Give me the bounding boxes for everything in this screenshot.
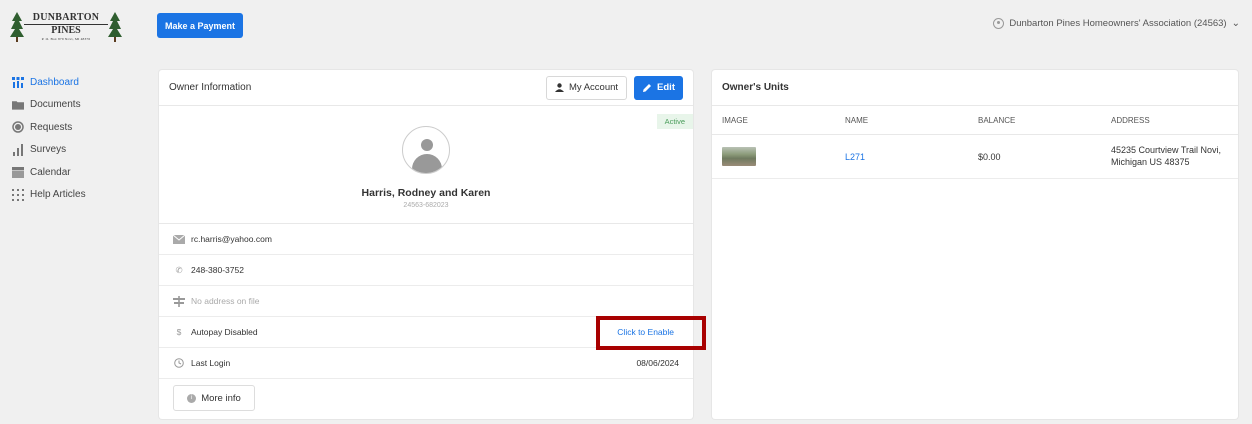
folder-icon <box>12 99 24 111</box>
unit-name-link[interactable]: L271 <box>845 152 865 162</box>
owner-information-card: Owner Information My Account Edit Active… <box>159 70 693 419</box>
email-row: rc.harris@yahoo.com <box>159 224 693 255</box>
owner-email: rc.harris@yahoo.com <box>191 234 272 244</box>
bar-chart-icon <box>12 143 24 156</box>
sidebar-item-dashboard[interactable]: Dashboard <box>12 71 142 94</box>
table-header: IMAGE NAME BALANCE ADDRESS <box>712 106 1238 135</box>
table-row[interactable]: L271 $0.00 45235 Courtview Trail Novi, M… <box>712 135 1238 179</box>
last-login-row: Last Login 08/06/2024 <box>159 348 693 379</box>
more-info-button[interactable]: i More info <box>173 385 255 411</box>
card-title: Owner's Units <box>722 82 789 93</box>
last-login-value: 08/06/2024 <box>636 358 679 368</box>
unit-balance: $0.00 <box>978 151 1001 162</box>
logo-title: DUNBARTON <box>24 12 108 25</box>
edit-label: Edit <box>657 82 675 93</box>
address-row: No address on file <box>159 286 693 317</box>
unit-address-line1: 45235 Courtview Trail Novi, <box>1111 144 1222 155</box>
card-title: Owner Information <box>169 82 252 93</box>
owners-units-card: Owner's Units IMAGE NAME BALANCE ADDRESS… <box>712 70 1238 419</box>
pine-tree-icon <box>108 12 122 42</box>
phone-row: ✆ 248-380-3752 <box>159 255 693 286</box>
clock-icon <box>173 358 185 368</box>
association-selector[interactable]: Dunbarton Pines Homeowners' Association … <box>993 18 1240 29</box>
sidebar-item-calendar[interactable]: Calendar <box>12 161 142 184</box>
my-account-label: My Account <box>568 82 619 93</box>
sidebar-item-label: Help Articles <box>30 189 86 201</box>
owner-phone: 248-380-3752 <box>191 265 244 275</box>
grid-icon <box>12 188 24 201</box>
association-name: Dunbarton Pines Homeowners' Association … <box>1009 18 1227 29</box>
chevron-down-icon: ⌄ <box>1231 18 1240 29</box>
make-payment-button[interactable]: Make a Payment <box>157 13 244 38</box>
my-account-button[interactable]: My Account <box>545 75 628 100</box>
column-header-address: ADDRESS <box>1111 115 1150 125</box>
sidebar-nav: Dashboard Documents Requests Surveys Cal… <box>12 71 142 206</box>
pencil-icon <box>643 83 652 92</box>
sidebar-item-label: Surveys <box>30 144 67 156</box>
unit-thumbnail[interactable] <box>722 147 756 166</box>
card-header: Owner Information My Account Edit <box>159 70 693 106</box>
column-header-image: IMAGE <box>722 115 748 125</box>
envelope-icon <box>173 234 185 244</box>
more-info-label: More info <box>201 392 241 404</box>
sidebar-item-label: Documents <box>30 99 81 111</box>
last-login-label: Last Login <box>191 358 231 368</box>
user-circle-icon <box>993 18 1005 29</box>
avatar <box>402 126 450 174</box>
pine-tree-icon <box>10 12 24 42</box>
sidebar-item-label: Requests <box>30 121 73 133</box>
owner-name: Harris, Rodney and Karen <box>361 187 491 199</box>
calendar-icon <box>12 166 24 178</box>
association-logo[interactable]: DUNBARTON PINES P. O. Box 879 Novi, MI 4… <box>10 8 122 46</box>
unit-address: 45235 Courtview Trail Novi, Michigan US … <box>1111 145 1238 168</box>
column-header-balance: BALANCE <box>978 115 1016 125</box>
column-header-name: NAME <box>845 115 869 125</box>
circle-icon <box>12 121 24 133</box>
signpost-icon <box>173 295 185 307</box>
autopay-status: Autopay Disabled <box>191 327 258 337</box>
click-to-enable-link[interactable]: Click to Enable <box>617 327 674 337</box>
user-icon <box>554 83 564 92</box>
logo-address: P. O. Box 879 Novi, MI 48376 <box>41 36 91 41</box>
sidebar-item-requests[interactable]: Requests <box>12 116 142 139</box>
unit-address-line2: Michigan US 48375 <box>1111 156 1190 167</box>
info-icon: i <box>187 393 197 403</box>
sidebar-item-help-articles[interactable]: Help Articles <box>12 184 142 207</box>
edit-button[interactable]: Edit <box>634 75 683 100</box>
owner-profile: Active Harris, Rodney and Karen 24563-68… <box>159 106 693 224</box>
card-header: Owner's Units <box>712 70 1238 106</box>
dollar-icon: $ <box>176 327 182 337</box>
sidebar-item-surveys[interactable]: Surveys <box>12 139 142 162</box>
logo-subtitle: PINES <box>51 24 81 36</box>
sidebar-item-label: Calendar <box>30 166 71 178</box>
owner-address: No address on file <box>191 296 260 306</box>
autopay-row: $ Autopay Disabled Click to Enable <box>159 317 693 348</box>
dashboard-icon <box>12 76 24 88</box>
status-badge: Active <box>656 114 693 129</box>
sidebar-item-documents[interactable]: Documents <box>12 94 142 117</box>
phone-icon: ✆ <box>175 264 183 275</box>
sidebar-item-label: Dashboard <box>30 76 79 88</box>
owner-account-id: 24563-682023 <box>403 202 449 209</box>
